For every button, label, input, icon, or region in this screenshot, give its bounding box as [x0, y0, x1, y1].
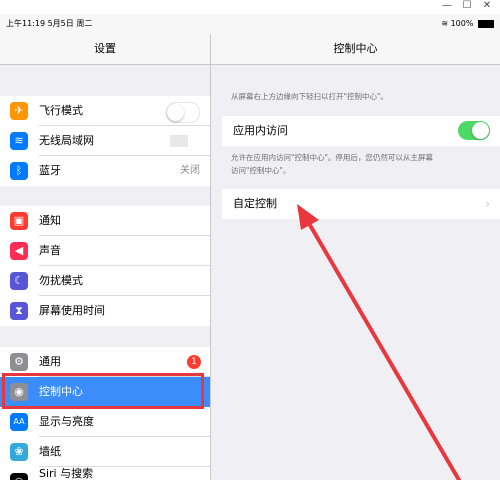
sidebar-item-label: 飞行模式 [39, 104, 83, 117]
sidebar-item-label: 蓝牙 [39, 164, 61, 177]
sidebar-item-screen-time[interactable]: ⧗ 屏幕使用时间 [0, 296, 210, 326]
hourglass-icon: ⧗ [10, 302, 28, 320]
wifi-status-icon: ≋ [441, 19, 451, 28]
sidebar-item-wallpaper[interactable]: ❀ 墙纸 [0, 437, 210, 467]
sidebar-item-label: 勿扰模式 [39, 274, 83, 287]
notifications-icon: ▣ [10, 212, 28, 230]
battery-percent: 100% [450, 19, 474, 28]
moon-icon: ☾ [10, 272, 28, 290]
sound-icon: ◀ [10, 242, 28, 260]
status-right: ≋ 100% [441, 14, 494, 34]
gear-icon: ⚙ [10, 353, 28, 371]
sidebar-item-do-not-disturb[interactable]: ☾ 勿扰模式 [0, 266, 210, 296]
wifi-icon: ≋ [10, 132, 28, 150]
sidebar-item-notifications[interactable]: ▣ 通知 [0, 206, 210, 236]
airplane-mode-toggle[interactable] [166, 102, 200, 123]
sidebar-item-airplane-mode[interactable]: ✈ 飞行模式 [0, 96, 210, 126]
close-icon[interactable]: ✕ [480, 0, 494, 13]
sidebar-item-label: 显示与亮度 [39, 415, 94, 428]
sidebar-item-label: 通知 [39, 214, 61, 227]
sidebar-item-label: 墙纸 [39, 445, 61, 458]
sidebar-item-wifi[interactable]: ≋ 无线局域网 [0, 126, 210, 156]
sidebar-item-bluetooth[interactable]: ᛒ 蓝牙 关闭 [0, 156, 210, 186]
sidebar-item-label: 屏幕使用时间 [39, 304, 105, 317]
bluetooth-status: 关闭 [180, 165, 200, 176]
wifi-network-redacted [170, 135, 188, 147]
sidebar-item-siri[interactable]: ◎ Siri 与搜索 [0, 467, 210, 480]
window-titlebar: — ☐ ✕ [0, 0, 500, 14]
battery-icon [478, 19, 494, 28]
sidebar-item-display-brightness[interactable]: AA 显示与亮度 [0, 407, 210, 437]
wallpaper-icon: ❀ [10, 443, 28, 461]
sidebar-title: 设置 [0, 34, 210, 65]
status-time: 上午11:19 5月5日 周二 [6, 19, 93, 28]
settings-sidebar: 设置 ✈ 飞行模式 ≋ 无线局域网 ᛒ 蓝牙 关闭 ▣ 通知 ◀ 声音 ☾ 勿扰… [0, 34, 211, 480]
toggle-knob [167, 104, 184, 121]
minimize-icon[interactable]: — [440, 0, 454, 13]
update-badge: 1 [187, 355, 201, 369]
bluetooth-icon: ᛒ [10, 162, 28, 180]
sidebar-item-label: 声音 [39, 244, 61, 257]
maximize-icon[interactable]: ☐ [460, 0, 474, 13]
status-bar: 上午11:19 5月5日 周二 ≋ 100% [0, 14, 500, 34]
annotation-arrow [297, 204, 461, 480]
sidebar-item-label: Siri 与搜索 [39, 467, 94, 480]
siri-icon: ◎ [10, 473, 28, 480]
highlight-box [2, 373, 204, 409]
airplane-icon: ✈ [10, 102, 28, 120]
display-icon: AA [10, 413, 28, 431]
detail-pane: 控制中心 从屏幕右上方边缘向下轻扫以打开"控制中心"。 应用内访问 允许在应用内… [211, 34, 500, 480]
sidebar-item-sounds[interactable]: ◀ 声音 [0, 236, 210, 266]
sidebar-item-label: 无线局域网 [39, 134, 94, 147]
